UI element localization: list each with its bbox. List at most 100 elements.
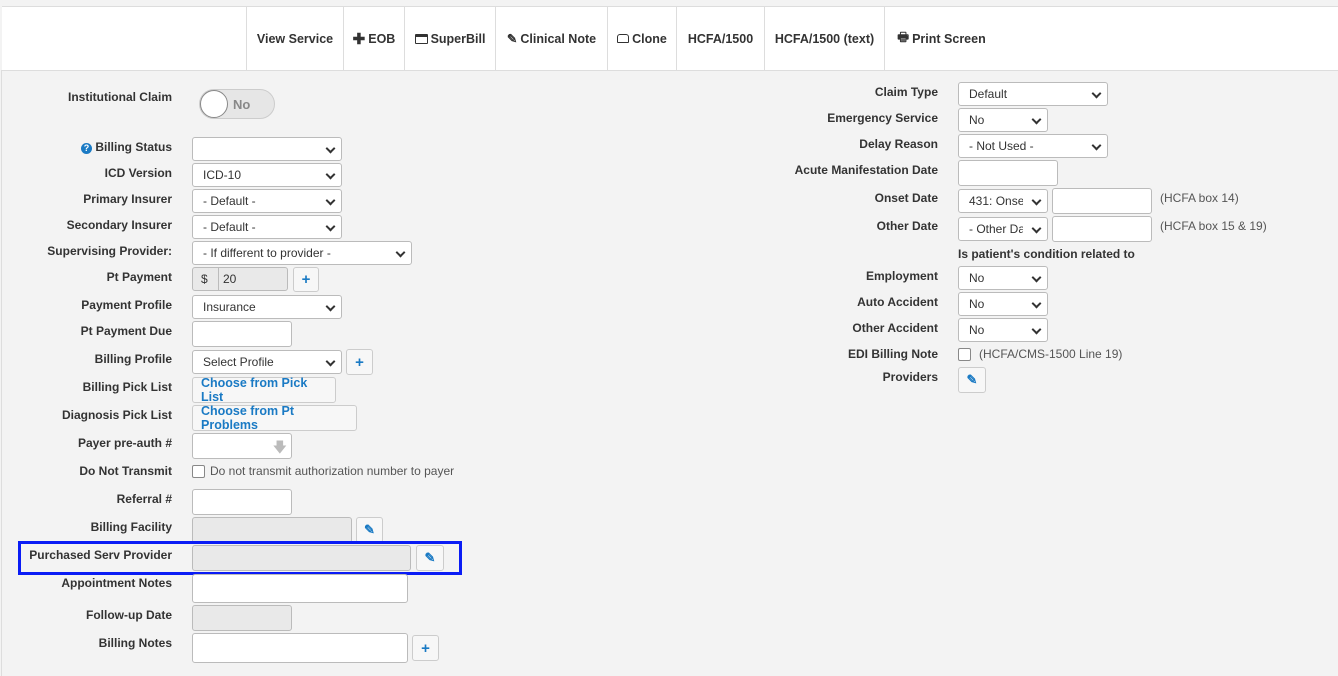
other-date-note: (HCFA box 15 & 19) <box>1160 219 1267 233</box>
do-not-transmit-text: Do not transmit authorization number to … <box>210 464 455 478</box>
billing-facility-label: Billing Facility <box>90 520 172 534</box>
appointment-notes-label: Appointment Notes <box>61 576 172 590</box>
claim-type-label: Claim Type <box>874 85 938 99</box>
payment-profile-label: Payment Profile <box>81 298 172 312</box>
pt-payment-input[interactable]: 20 <box>218 267 288 291</box>
other-date-input[interactable] <box>1052 216 1152 242</box>
employment-label: Employment <box>865 269 938 283</box>
billing-status-select[interactable] <box>192 137 342 161</box>
onset-date-input[interactable] <box>1052 188 1152 214</box>
pt-payment-due-input[interactable] <box>192 321 292 347</box>
claim-type-select[interactable]: Default <box>958 82 1108 106</box>
choose-pt-problems-button[interactable]: Choose from Pt Problems <box>192 404 357 432</box>
value: - If different to provider - <box>203 246 331 260</box>
choose-pick-list-button[interactable]: Choose from Pick List <box>192 376 336 404</box>
toolbar: View Service ✚ EOB SuperBill ✎ Clinical No… <box>2 6 1338 71</box>
primary-insurer-label: Primary Insurer <box>83 192 172 206</box>
view-service-button[interactable]: View Service <box>246 7 343 70</box>
secondary-insurer-label: Secondary Insurer <box>66 218 172 232</box>
label: HCFA/1500 <box>687 31 754 46</box>
value: Insurance <box>203 300 256 314</box>
value: No <box>969 113 985 127</box>
add-billing-profile-button[interactable]: + <box>346 349 373 375</box>
edit-providers-button[interactable]: ✎ <box>958 367 986 393</box>
pencil-icon: ✎ <box>506 32 518 46</box>
currency-addon: $ <box>192 267 219 291</box>
followup-date-input[interactable] <box>192 605 292 631</box>
plus-icon: + <box>355 353 364 371</box>
delay-reason-select[interactable]: - Not Used - <box>958 134 1108 158</box>
do-not-transmit-checkbox[interactable] <box>192 465 205 478</box>
pt-payment-due-label: Pt Payment Due <box>80 324 172 338</box>
onset-date-note: (HCFA box 14) <box>1160 191 1239 205</box>
label: View Service <box>256 31 334 46</box>
auto-accident-label: Auto Accident <box>857 295 938 309</box>
pencil-icon: ✎ <box>966 372 978 387</box>
providers-label: Providers <box>882 370 938 384</box>
employment-select[interactable]: No <box>958 266 1048 290</box>
edi-billing-note-label: EDI Billing Note <box>848 347 938 361</box>
pencil-icon: ✎ <box>364 522 375 537</box>
clinical-note-button[interactable]: ✎ Clinical Note <box>495 7 607 70</box>
billing-profile-select[interactable]: Select Profile <box>192 350 342 374</box>
billing-facility-input[interactable] <box>192 517 352 543</box>
followup-date-label: Follow-up Date <box>86 608 172 622</box>
auto-accident-select[interactable]: No <box>958 292 1048 316</box>
toggle-value: No <box>233 97 251 112</box>
other-date-select[interactable]: - Other Da <box>958 217 1048 241</box>
payer-preauth-label: Payer pre-auth # <box>77 436 172 450</box>
value: No <box>969 297 985 311</box>
edi-billing-note-checkbox[interactable] <box>958 348 971 361</box>
primary-insurer-select[interactable]: - Default - <box>192 189 342 213</box>
label: Billing Status <box>95 140 172 154</box>
value: - Not Used - <box>969 139 1034 153</box>
supervising-provider-select[interactable]: - If different to provider - <box>192 241 412 265</box>
secondary-insurer-select[interactable]: - Default - <box>192 215 342 239</box>
hcfa-1500-button[interactable]: HCFA/1500 <box>676 7 764 70</box>
edit-billing-facility-button[interactable]: ✎ <box>356 517 383 543</box>
acute-manifestation-date-label: Acute Manifestation Date <box>794 163 938 177</box>
value: 431: Onset <box>969 194 1023 208</box>
eob-button[interactable]: ✚ EOB <box>343 7 404 70</box>
label: Clinical Note <box>520 31 597 46</box>
emergency-service-select[interactable]: No <box>958 108 1048 132</box>
acute-manifestation-date-input[interactable] <box>958 160 1058 186</box>
print-icon: 🖶 <box>897 30 910 44</box>
superbill-button[interactable]: SuperBill <box>404 7 495 70</box>
other-accident-label: Other Accident <box>852 321 938 335</box>
institutional-claim-toggle[interactable]: No <box>199 89 275 119</box>
clone-button[interactable]: Clone <box>607 7 676 70</box>
institutional-claim-label: Institutional Claim <box>67 90 172 104</box>
toggle-knob <box>200 90 228 118</box>
icd-version-select[interactable]: ICD-10 <box>192 163 342 187</box>
delay-reason-label: Delay Reason <box>859 137 938 151</box>
help-icon[interactable]: ? <box>80 143 92 154</box>
value: Select Profile <box>203 355 274 369</box>
divider <box>1 70 2 676</box>
add-payment-button[interactable]: + <box>293 267 319 292</box>
supervising-provider-label: Supervising Provider: <box>47 244 172 258</box>
billing-notes-textarea[interactable] <box>192 633 408 663</box>
onset-date-select[interactable]: 431: Onset <box>958 189 1048 213</box>
icd-version-label: ICD Version <box>104 166 172 180</box>
condition-heading: Is patient's condition related to <box>958 247 1135 261</box>
value: No <box>969 323 985 337</box>
diagnosis-pick-list-label: Diagnosis Pick List <box>61 408 172 422</box>
other-accident-select[interactable]: No <box>958 318 1048 342</box>
print-screen-button[interactable]: 🖶 Print Screen <box>884 7 998 70</box>
value: No <box>969 271 985 285</box>
referral-input[interactable] <box>192 489 292 515</box>
onset-date-label: Onset Date <box>874 191 938 205</box>
appointment-notes-textarea[interactable] <box>192 574 408 603</box>
value: - Other Da <box>969 222 1023 236</box>
billing-status-label: ? Billing Status <box>80 140 172 154</box>
hcfa-1500-text-button[interactable]: HCFA/1500 (text) <box>764 7 884 70</box>
payment-profile-select[interactable]: Insurance <box>192 295 342 319</box>
inbox-icon <box>617 34 630 43</box>
add-billing-note-button[interactable]: + <box>412 635 439 661</box>
billing-notes-label: Billing Notes <box>98 636 172 650</box>
plus-icon: + <box>301 271 311 288</box>
edi-billing-note-text: (HCFA/CMS-1500 Line 19) <box>979 347 1123 361</box>
value: Default <box>969 87 1008 101</box>
payer-preauth-input[interactable]: 🡇 <box>192 433 292 459</box>
